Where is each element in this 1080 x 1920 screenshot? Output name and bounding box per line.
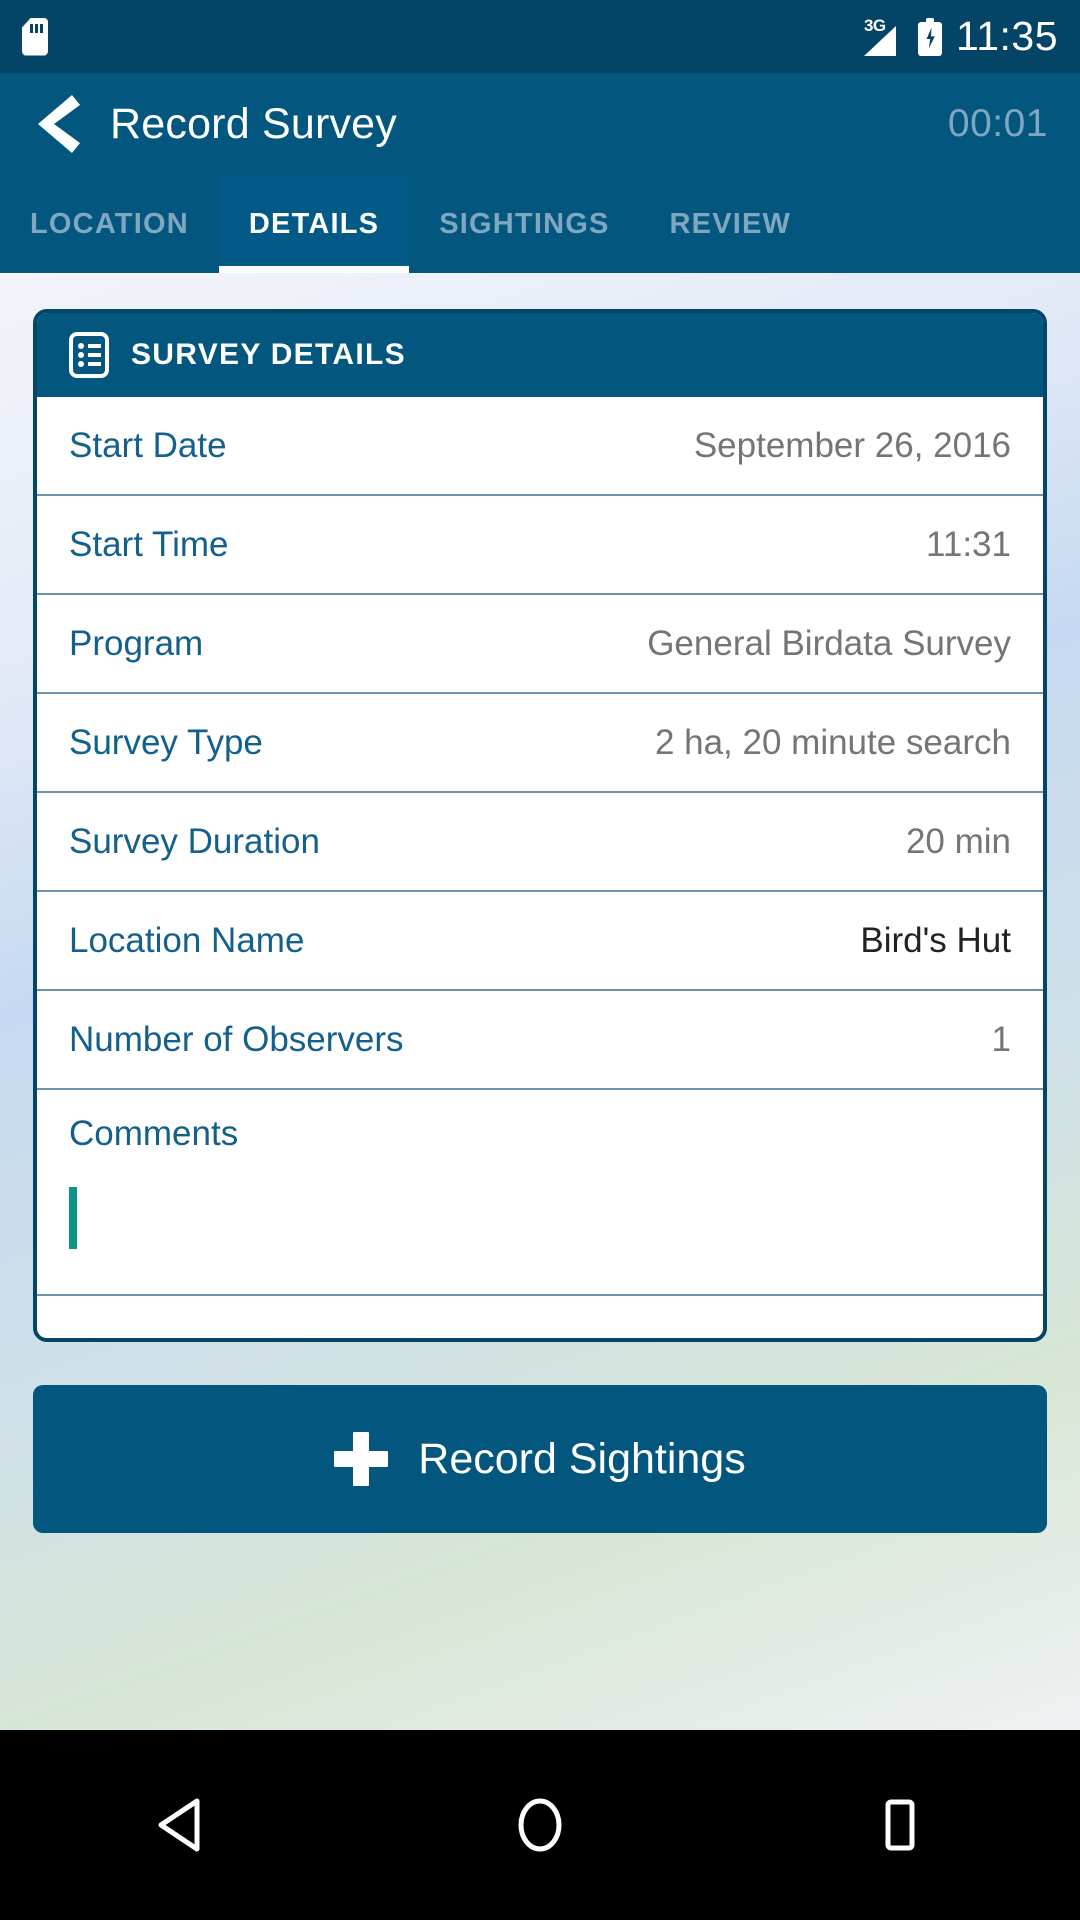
record-sightings-button[interactable]: Record Sightings bbox=[33, 1385, 1047, 1533]
survey-details-title: SURVEY DETAILS bbox=[131, 338, 406, 371]
tab-sightings[interactable]: SIGHTINGS bbox=[409, 175, 639, 273]
status-bar-left bbox=[22, 17, 48, 56]
row-survey-type-label: Survey Type bbox=[69, 722, 263, 762]
tab-details-label: DETAILS bbox=[248, 207, 380, 240]
form-list-icon bbox=[69, 332, 109, 378]
tab-bar: LOCATION DETAILS SIGHTINGS REVIEW bbox=[0, 175, 1080, 273]
status-bar-clock: 11:35 bbox=[955, 13, 1058, 59]
signal-bars-icon: 3G bbox=[863, 15, 904, 56]
row-start-time-value: 11:31 bbox=[926, 524, 1011, 564]
record-sightings-label: Record Sightings bbox=[418, 1434, 746, 1483]
app-bar: Record Survey 00:01 bbox=[0, 73, 1080, 175]
status-bar: 3G 11:35 bbox=[0, 0, 1080, 73]
battery-charging-icon bbox=[917, 17, 942, 56]
survey-details-card-header: SURVEY DETAILS bbox=[37, 313, 1043, 397]
row-program-label: Program bbox=[69, 623, 204, 663]
row-start-date-value: September 26, 2016 bbox=[693, 425, 1011, 465]
location-name-input[interactable]: Bird's Hut bbox=[860, 921, 1011, 961]
tab-location-label: LOCATION bbox=[30, 207, 189, 240]
row-location-name[interactable]: Location Name Bird's Hut bbox=[37, 892, 1043, 991]
back-chevron-icon[interactable] bbox=[32, 92, 84, 156]
row-survey-duration-label: Survey Duration bbox=[69, 821, 320, 861]
row-survey-duration[interactable]: Survey Duration 20 min bbox=[37, 793, 1043, 892]
phone-screen: 3G 11:35 Record Survey 00:01 LOCATION DE… bbox=[0, 0, 1080, 1920]
row-survey-type[interactable]: Survey Type 2 ha, 20 minute search bbox=[37, 694, 1043, 793]
sd-card-icon bbox=[22, 17, 48, 56]
tab-location[interactable]: LOCATION bbox=[0, 175, 219, 273]
row-start-time-label: Start Time bbox=[69, 524, 229, 564]
row-start-date[interactable]: Start Date September 26, 2016 bbox=[37, 397, 1043, 496]
row-number-of-observers[interactable]: Number of Observers 1 bbox=[37, 991, 1043, 1090]
nav-back-triangle-icon[interactable] bbox=[90, 1770, 270, 1880]
survey-timer: 00:01 bbox=[947, 102, 1048, 145]
row-program[interactable]: Program General Birdata Survey bbox=[37, 595, 1043, 694]
comments-input[interactable] bbox=[69, 1154, 1011, 1264]
row-comments[interactable]: Comments bbox=[37, 1090, 1043, 1296]
text-cursor-icon bbox=[69, 1187, 77, 1249]
row-survey-duration-value: 20 min bbox=[905, 821, 1011, 861]
row-survey-type-value: 2 ha, 20 minute search bbox=[654, 722, 1011, 762]
card-footer-spacer bbox=[37, 1296, 1043, 1338]
tab-details[interactable]: DETAILS bbox=[218, 175, 410, 273]
status-bar-right: 3G 11:35 bbox=[863, 13, 1058, 59]
nav-home-circle-icon[interactable] bbox=[450, 1770, 630, 1880]
tab-sightings-label: SIGHTINGS bbox=[439, 207, 610, 240]
comments-label: Comments bbox=[69, 1114, 239, 1153]
row-number-of-observers-label: Number of Observers bbox=[69, 1019, 404, 1059]
nav-recents-square-icon[interactable] bbox=[810, 1770, 990, 1880]
row-location-name-label: Location Name bbox=[69, 920, 305, 960]
android-nav-bar bbox=[0, 1730, 1080, 1920]
tab-review[interactable]: REVIEW bbox=[640, 175, 822, 273]
survey-details-card: SURVEY DETAILS Start Date September 26, … bbox=[33, 309, 1047, 1342]
row-start-date-label: Start Date bbox=[69, 425, 227, 465]
row-program-value: General Birdata Survey bbox=[647, 623, 1011, 663]
plus-icon bbox=[334, 1432, 389, 1486]
main-content: SURVEY DETAILS Start Date September 26, … bbox=[0, 273, 1080, 1730]
page-title: Record Survey bbox=[110, 99, 397, 148]
row-start-time[interactable]: Start Time 11:31 bbox=[37, 496, 1043, 595]
network-type-label: 3G bbox=[863, 15, 886, 35]
tab-review-label: REVIEW bbox=[669, 207, 792, 240]
number-of-observers-value[interactable]: 1 bbox=[992, 1020, 1011, 1060]
